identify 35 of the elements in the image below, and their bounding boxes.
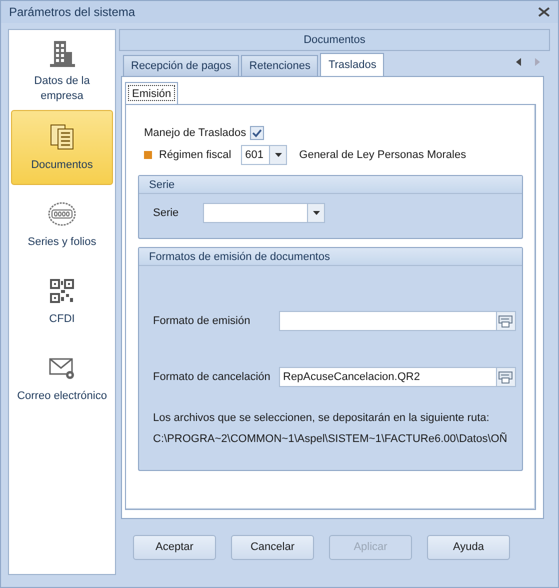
building-icon — [47, 38, 77, 68]
sidebar-item[interactable]: Documentos — [11, 110, 113, 185]
sidebar-item[interactable]: CFDI — [11, 264, 113, 339]
tab[interactable]: Retenciones — [241, 55, 318, 76]
field-label: Régimen fiscal — [159, 149, 232, 161]
browse-icon[interactable] — [498, 314, 514, 328]
note-text: Los archivos que se seleccionen, se depositarán en la siguiente ruta: — [153, 412, 490, 424]
dropdown-arrow-icon[interactable] — [312, 211, 320, 215]
window-title: Parámetros del sistema — [9, 5, 136, 19]
dialog-button[interactable]: Ayuda — [427, 534, 510, 560]
regimen-dropdown[interactable]: 601 — [241, 145, 288, 165]
dropdown-arrow-icon[interactable] — [274, 153, 282, 157]
group-title: Formatos de emisión de documentos — [149, 250, 330, 262]
tab[interactable]: Recepción de pagos — [123, 55, 240, 76]
dialog-button[interactable]: Aceptar — [133, 534, 216, 560]
tab[interactable]: Traslados — [320, 53, 384, 76]
tab[interactable]: Emisión — [125, 82, 178, 104]
group-title: Serie — [149, 178, 175, 190]
field-label: Serie — [153, 207, 180, 219]
close-icon[interactable] — [538, 7, 550, 17]
field-label: Formato de cancelación — [153, 371, 272, 383]
sidebar-item[interactable]: Datos de la empresa — [11, 33, 113, 108]
sidebar-item[interactable]: Series y folios — [11, 187, 113, 262]
browse-icon[interactable] — [498, 370, 514, 384]
field-label: Manejo de Traslados — [144, 127, 246, 139]
regimen-description: General de Ley Personas Morales — [299, 149, 466, 161]
scroll-left-icon[interactable] — [516, 58, 521, 66]
section-header: Documentos — [119, 29, 550, 51]
file-field[interactable] — [279, 311, 516, 331]
checkbox[interactable] — [250, 126, 264, 140]
dialog-button[interactable]: Cancelar — [231, 534, 314, 560]
field-label: Formato de emisión — [153, 315, 252, 327]
path-text: C:\PROGRA~2\COMMON~1\Aspel\SISTEM~1\FACTURe6.00\Datos\OÑ — [153, 433, 508, 445]
sidebar-item[interactable]: Correo electrónico — [11, 341, 113, 416]
file-field[interactable]: RepAcuseCancelacion.QR2 — [279, 367, 516, 387]
